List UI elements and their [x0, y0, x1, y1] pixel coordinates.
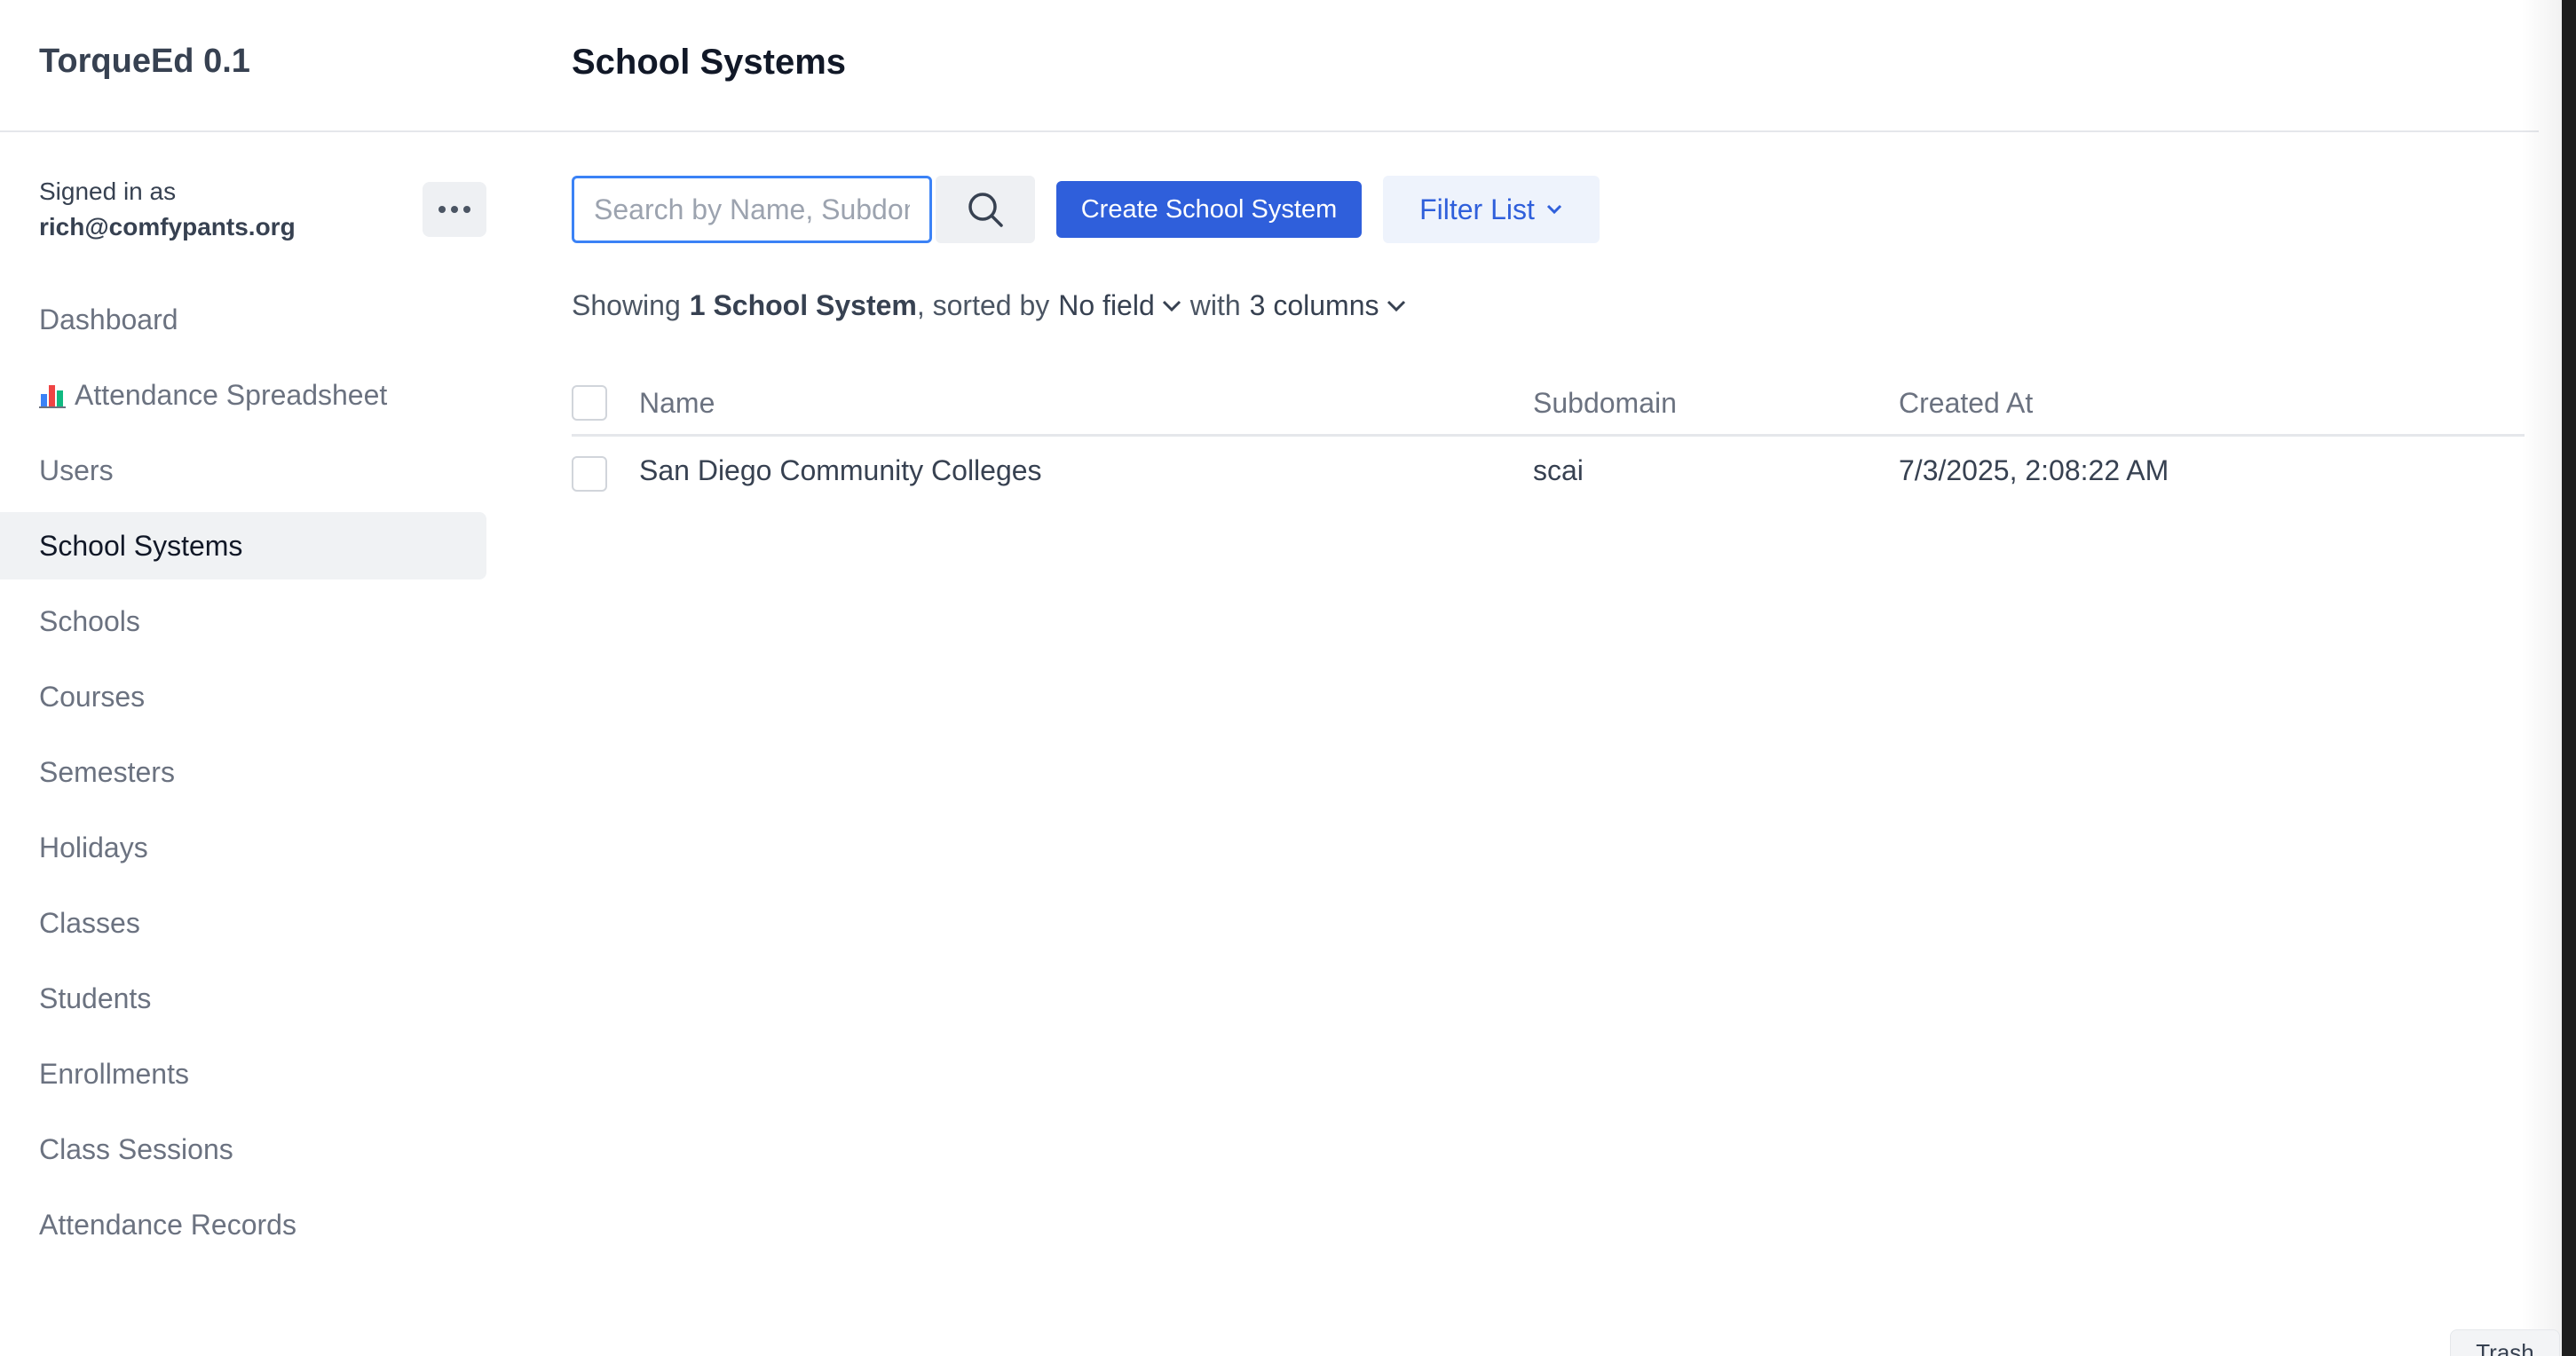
sidebar-item-courses[interactable]: Courses	[0, 663, 486, 730]
bar-chart-icon	[39, 382, 66, 408]
trash-tab[interactable]: Trash	[2450, 1329, 2560, 1356]
list-summary: Showing 1 School System , sorted by No f…	[572, 289, 1406, 322]
app-title: TorqueEd 0.1	[39, 43, 250, 80]
sort-field-dropdown[interactable]: No field	[1058, 289, 1181, 322]
sidebar-item-users[interactable]: Users	[0, 437, 486, 504]
sidebar-item-label: Students	[39, 982, 152, 1014]
filter-list-button[interactable]: Filter List	[1383, 176, 1600, 243]
sidebar-item-label: School Systems	[39, 529, 243, 562]
columns-dropdown[interactable]: 3 columns	[1250, 289, 1406, 322]
school-systems-table: Name Subdomain Created At San Diego Comm…	[572, 373, 2525, 492]
create-school-system-button[interactable]: Create School System	[1056, 181, 1362, 238]
more-horizontal-icon	[439, 206, 470, 213]
column-header-subdomain[interactable]: Subdomain	[1533, 387, 1677, 420]
window-edge-bar	[2562, 0, 2576, 1356]
sidebar-item-holidays[interactable]: Holidays	[0, 814, 486, 881]
sidebar-item-label: Semesters	[39, 755, 175, 788]
summary-sorted-by: , sorted by	[916, 289, 1050, 321]
select-all-checkbox[interactable]	[572, 385, 607, 421]
user-menu-button[interactable]	[423, 182, 486, 237]
table-header: Name Subdomain Created At	[572, 373, 2525, 437]
summary-count: 1 School System	[689, 289, 917, 321]
search-button[interactable]	[936, 176, 1035, 243]
sidebar-item-attendance-records[interactable]: Attendance Records	[0, 1191, 486, 1258]
search-icon	[968, 193, 1003, 227]
chevron-down-icon	[1546, 204, 1561, 215]
sidebar-item-label: Attendance Spreadsheet	[75, 378, 388, 411]
columns-label: 3 columns	[1249, 289, 1379, 321]
page-title: School Systems	[572, 43, 847, 82]
sidebar-item-label: Users	[39, 453, 114, 486]
chevron-down-icon	[1387, 300, 1405, 311]
cell-name[interactable]: San Diego Community Colleges	[639, 454, 1042, 487]
sidebar-item-school-systems[interactable]: School Systems	[0, 512, 486, 579]
filter-list-label: Filter List	[1419, 193, 1535, 225]
sort-field-label: No field	[1058, 289, 1155, 321]
sidebar-item-attendance-spreadsheet[interactable]: Attendance Spreadsheet	[0, 361, 486, 429]
summary-prefix: Showing	[572, 289, 681, 321]
sidebar-item-label: Dashboard	[39, 303, 178, 335]
sidebar-item-label: Courses	[39, 680, 146, 713]
window-edge-shadow	[2521, 0, 2565, 1356]
sidebar-item-label: Attendance Records	[39, 1208, 296, 1241]
sidebar-nav: Dashboard Attendance Spreadsheet Users S…	[0, 286, 486, 1266]
sidebar-item-label: Enrollments	[39, 1057, 189, 1090]
chevron-down-icon	[1162, 300, 1181, 311]
sidebar-item-semesters[interactable]: Semesters	[0, 738, 486, 806]
sidebar-item-schools[interactable]: Schools	[0, 587, 486, 655]
sidebar-item-students[interactable]: Students	[0, 965, 486, 1032]
sidebar-item-label: Schools	[39, 604, 140, 637]
search-input[interactable]	[572, 176, 932, 243]
column-header-created-at[interactable]: Created At	[1899, 387, 2033, 420]
sidebar-item-label: Class Sessions	[39, 1132, 233, 1165]
sidebar-item-enrollments[interactable]: Enrollments	[0, 1040, 486, 1108]
cell-subdomain: scai	[1533, 454, 1584, 486]
sidebar-item-classes[interactable]: Classes	[0, 889, 486, 957]
signed-in-info: Signed in as rich@comfypants.org	[39, 177, 296, 241]
column-header-name[interactable]: Name	[639, 387, 715, 420]
top-header: TorqueEd 0.1 School Systems	[0, 0, 2539, 132]
user-email: rich@comfypants.org	[39, 213, 296, 240]
signed-in-label: Signed in as	[39, 177, 177, 205]
sidebar-item-dashboard[interactable]: Dashboard	[0, 286, 486, 353]
cell-created-at: 7/3/2025, 2:08:22 AM	[1899, 454, 2169, 486]
sidebar-item-class-sessions[interactable]: Class Sessions	[0, 1116, 486, 1183]
sidebar-item-label: Classes	[39, 906, 140, 939]
sidebar-item-label: Holidays	[39, 831, 148, 863]
row-checkbox[interactable]	[572, 456, 607, 492]
summary-with: with	[1189, 289, 1241, 321]
